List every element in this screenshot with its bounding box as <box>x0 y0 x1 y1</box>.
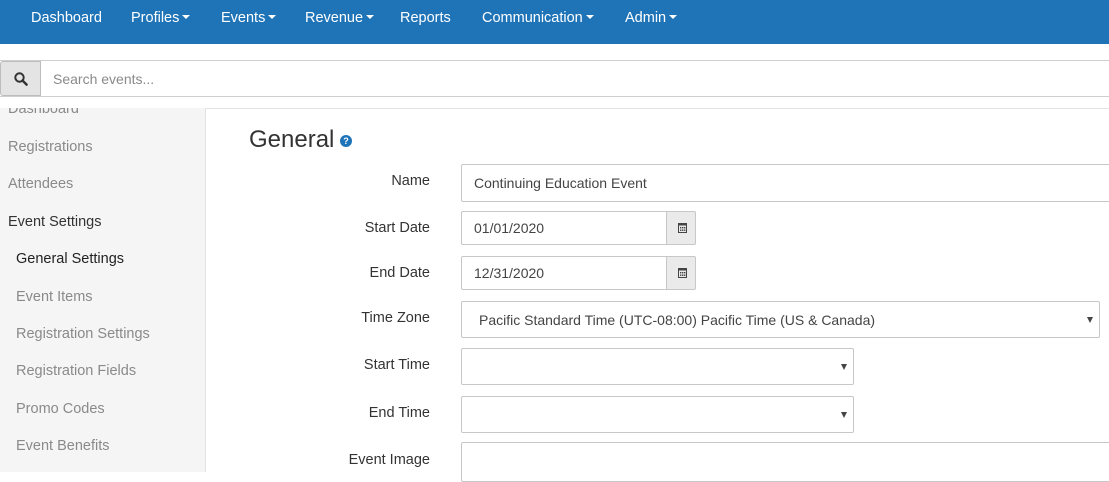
end-time-select[interactable] <box>461 396 854 433</box>
time-zone-select[interactable]: Pacific Standard Time (UTC-08:00) Pacifi… <box>461 301 1100 338</box>
nav-reports[interactable]: Reports <box>400 10 451 26</box>
sidebar-item-event-settings[interactable]: Event Settings <box>8 214 102 230</box>
start-date-picker-button[interactable] <box>667 211 696 245</box>
dropdown-arrow-icon <box>1087 316 1093 323</box>
sidebar-item-dashboard[interactable]: Dashboard <box>8 108 79 117</box>
search-bar <box>0 60 1109 97</box>
caret-down-icon <box>268 15 277 19</box>
end-date-field[interactable]: 12/31/2020 <box>461 256 667 290</box>
caret-down-icon <box>585 15 594 19</box>
start-time-select[interactable] <box>461 348 854 385</box>
sidebar-item-registrations[interactable]: Registrations <box>8 139 93 155</box>
caret-down-icon <box>182 15 191 19</box>
sidebar-item-registration-fields[interactable]: Registration Fields <box>16 363 136 379</box>
page-title: General <box>249 126 335 153</box>
caret-down-icon <box>669 15 678 19</box>
dropdown-arrow-icon <box>841 411 847 418</box>
nav-communication[interactable]: Communication <box>482 10 594 26</box>
event-image-label: Event Image <box>348 452 430 468</box>
search-input[interactable] <box>41 61 1109 96</box>
caret-down-icon <box>366 15 375 19</box>
sidebar-item-promo-codes[interactable]: Promo Codes <box>16 401 105 417</box>
content-divider <box>206 108 1109 109</box>
start-time-label: Start Time <box>363 357 430 373</box>
dropdown-arrow-icon <box>841 363 847 370</box>
name-field[interactable]: Continuing Education Event <box>461 164 1109 202</box>
nav-dashboard[interactable]: Dashboard <box>31 10 102 26</box>
nav-admin[interactable]: Admin <box>625 10 678 26</box>
top-navbar: Dashboard Profiles Events Revenue Report… <box>0 0 1109 44</box>
sidebar: Dashboard Registrations Attendees Event … <box>0 108 206 472</box>
sidebar-item-event-items[interactable]: Event Items <box>16 289 93 305</box>
name-label: Name <box>391 173 430 189</box>
end-date-label: End Date <box>369 265 430 281</box>
start-date-label: Start Date <box>364 220 430 236</box>
time-zone-value: Pacific Standard Time (UTC-08:00) Pacifi… <box>479 311 876 328</box>
nav-events[interactable]: Events <box>221 10 277 26</box>
start-date-field[interactable]: 01/01/2020 <box>461 211 667 245</box>
time-zone-label: Time Zone <box>361 310 430 326</box>
end-time-label: End Time <box>368 405 430 421</box>
nav-profiles[interactable]: Profiles <box>131 10 191 26</box>
name-value: Continuing Education Event <box>474 175 647 191</box>
search-button[interactable] <box>0 61 41 96</box>
event-image-field[interactable] <box>461 442 1109 482</box>
help-icon[interactable]: ? <box>340 135 352 147</box>
sidebar-item-general-settings[interactable]: General Settings <box>16 251 124 267</box>
start-date-value: 01/01/2020 <box>474 220 545 236</box>
end-date-value: 12/31/2020 <box>474 265 545 281</box>
search-icon <box>14 72 28 86</box>
calendar-icon <box>678 223 687 233</box>
end-date-picker-button[interactable] <box>667 256 696 290</box>
sidebar-item-registration-settings[interactable]: Registration Settings <box>16 326 150 342</box>
sidebar-item-event-benefits[interactable]: Event Benefits <box>16 438 110 454</box>
nav-revenue[interactable]: Revenue <box>305 10 375 26</box>
sidebar-item-attendees[interactable]: Attendees <box>8 176 73 192</box>
calendar-icon <box>678 268 687 278</box>
